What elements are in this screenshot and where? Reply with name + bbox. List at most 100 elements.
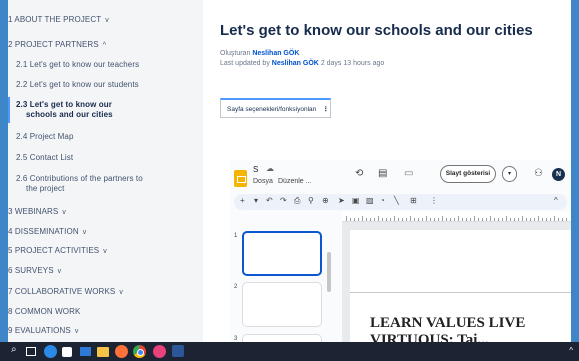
ruler-tick (486, 218, 487, 221)
chrome-icon[interactable] (133, 345, 146, 358)
chevron-down-icon[interactable]: v (119, 288, 123, 298)
nav-item-label: 3 WEBINARS (8, 207, 59, 216)
ruler-tick (382, 218, 383, 221)
store-icon[interactable] (62, 347, 72, 357)
nav-item-project-map[interactable]: 2.4 Project Map (8, 132, 203, 142)
nav-item-label: 2.3 Let's get to know our (16, 100, 112, 109)
nav-item-webinars[interactable]: 3 WEBINARS v (8, 207, 203, 218)
windows-taskbar: ⌕ ^ (0, 342, 579, 361)
updated-prefix: Last updated by (220, 60, 270, 67)
video-call-icon[interactable]: ▭ (404, 168, 413, 179)
nav-item-project-activities[interactable]: 5 PROJECT ACTIVITIES v (8, 246, 203, 257)
nav-item-label: 8 COMMON WORK (8, 307, 81, 316)
slide-heading-line1: LEARN VALUES LIVE (370, 315, 526, 331)
chevron-down-icon[interactable]: v (103, 247, 107, 257)
firefox-icon[interactable] (115, 345, 128, 358)
comment-add-icon[interactable]: ⊞ (410, 196, 417, 205)
shape-icon[interactable]: ◔ (380, 196, 385, 205)
slideshow-dropdown-button[interactable]: ▾ (502, 166, 517, 182)
ruler-tick (522, 216, 523, 221)
ruler-tick (394, 216, 395, 221)
file-explorer-icon[interactable] (97, 347, 109, 357)
thumbnail-scrollbar[interactable] (327, 252, 331, 292)
nav-item-contact-list[interactable]: 2.5 Contact List (8, 153, 203, 163)
add-icon[interactable]: + (240, 196, 245, 205)
ruler-tick (482, 218, 483, 221)
ruler-tick (518, 218, 519, 221)
mail-icon[interactable] (80, 347, 91, 356)
nav-item-label-line2: schools and our cities (26, 110, 113, 119)
page-tree-sidebar: 1 ABOUT THE PROJECT v 2 PROJECT PARTNERS ^… (8, 0, 203, 342)
ruler-tick (430, 218, 431, 221)
ruler-tick (370, 218, 371, 221)
nav-item-schools-cities[interactable]: 2.3 Let's get to know our schools and ou… (8, 97, 203, 123)
chevron-down-icon[interactable]: ▾ (254, 196, 258, 205)
nav-item-surveys[interactable]: 6 SURVEYS v (8, 266, 203, 277)
nav-item-teachers[interactable]: 2.1 Let's get to know our teachers (8, 60, 203, 70)
task-view-icon[interactable] (26, 347, 36, 356)
slide-heading-line2: VIRTUOUS: Tai... (370, 332, 489, 342)
nav-item-evaluations[interactable]: 9 EVALUATIONS v (8, 326, 203, 337)
slideshow-button[interactable]: Slayt gösterisi (440, 165, 496, 183)
nav-item-label: 2.5 Contact List (16, 153, 74, 162)
tray-chevron-icon[interactable]: ^ (569, 346, 573, 355)
word-icon[interactable] (172, 345, 184, 357)
print-icon[interactable]: ⎙ (294, 196, 300, 206)
zoom-icon[interactable]: ⊕ (322, 196, 329, 205)
redo-icon[interactable]: ↷ (280, 196, 287, 205)
line-icon[interactable]: ╲ (394, 196, 399, 205)
app-icon[interactable] (153, 345, 166, 358)
search-icon[interactable]: ⌕ (11, 344, 24, 357)
avatar[interactable]: N (552, 168, 565, 181)
add-person-icon[interactable]: ⚇ (534, 168, 543, 179)
ruler-tick (462, 218, 463, 221)
ruler-tick (426, 216, 427, 221)
embedded-slides-editor: S ☁ Dosya Düzenle ... ⟲ ▤ ▭ Slayt göster… (230, 160, 571, 342)
history-icon[interactable]: ⟲ (355, 168, 363, 179)
ruler-tick (526, 218, 527, 221)
ruler-tick (406, 218, 407, 221)
chevron-down-icon[interactable]: v (75, 327, 79, 337)
textbox-icon[interactable]: ▣ (352, 196, 360, 205)
more-icon[interactable]: ⋮ (430, 196, 438, 205)
slides-doc-title[interactable]: S (253, 165, 258, 174)
page-options-button[interactable]: Sayfa seçenekleri/fonksiyonları ⋮ (220, 98, 331, 118)
creator-link[interactable]: Neslihan GÖK (252, 50, 299, 57)
nav-item-students[interactable]: 2.2 Let's get to know our students (8, 80, 203, 90)
menu-file[interactable]: Dosya (253, 178, 273, 185)
chevron-down-icon[interactable]: v (58, 267, 62, 277)
image-icon[interactable]: ▨ (366, 196, 374, 205)
menu-edit[interactable]: Düzenle ... (278, 178, 311, 185)
chevron-down-icon[interactable]: v (62, 208, 66, 218)
comment-icon[interactable]: ▤ (378, 168, 387, 179)
select-icon[interactable]: ➤ (338, 196, 345, 205)
nav-item-common-work[interactable]: 8 COMMON WORK (8, 307, 203, 317)
ruler-tick (402, 218, 403, 221)
chevron-up-icon[interactable]: ^ (103, 41, 106, 51)
ruler-tick (386, 218, 387, 221)
ruler-tick (506, 216, 507, 221)
slide-thumbnail-3[interactable] (242, 334, 322, 342)
slide-thumbnail-1[interactable] (242, 231, 322, 276)
ruler-tick (378, 216, 379, 221)
nav-item-project-partners[interactable]: 2 PROJECT PARTNERS ^ (8, 40, 203, 51)
ruler-tick (446, 218, 447, 221)
undo-icon[interactable]: ↶ (266, 196, 273, 205)
ruler-tick (398, 218, 399, 221)
updater-link[interactable]: Neslihan GÖK (272, 60, 319, 67)
nav-item-label-line2: the project (26, 184, 65, 193)
chevron-down-icon[interactable]: v (105, 16, 109, 26)
nav-item-collaborative-works[interactable]: 7 COLLABORATIVE WORKS v (8, 287, 203, 298)
slide-thumbnail-2[interactable] (242, 282, 322, 327)
nav-item-dissemination[interactable]: 4 DISSEMINATION v (8, 227, 203, 238)
nav-item-about-project[interactable]: 1 ABOUT THE PROJECT v (8, 15, 203, 26)
paint-format-icon[interactable]: ⚲ (308, 196, 314, 205)
slide-divider-line (350, 292, 571, 293)
ruler-tick (354, 218, 355, 221)
chevron-up-icon[interactable]: ^ (554, 196, 558, 205)
nav-item-contributions[interactable]: 2.6 Contributions of the partners to the… (8, 174, 203, 194)
chevron-down-icon[interactable]: v (83, 228, 87, 238)
nav-item-label: 2.2 Let's get to know our students (16, 80, 139, 89)
edge-browser-icon[interactable] (44, 345, 57, 358)
kebab-menu-icon[interactable]: ⋮ (323, 106, 330, 113)
